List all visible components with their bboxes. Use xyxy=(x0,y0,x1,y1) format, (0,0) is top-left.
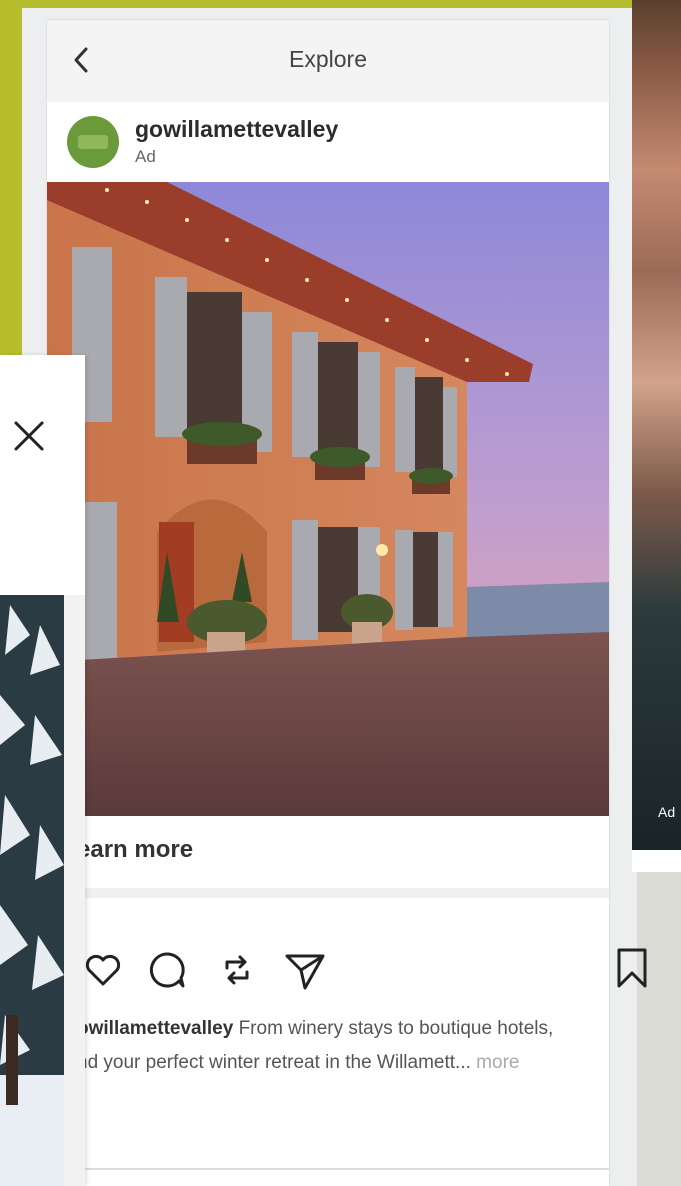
post-photo[interactable] xyxy=(47,182,609,816)
post-card: Explore gowillamettevalley Ad earn more … xyxy=(47,20,609,1186)
post-caption: owillamettevalley From winery stays to b… xyxy=(77,1012,609,1080)
heart-icon[interactable] xyxy=(81,948,125,992)
adjacent-ad-label: Ad xyxy=(658,804,676,820)
left-overlay-panel xyxy=(0,355,85,1186)
snow-tree-photo[interactable] xyxy=(0,595,64,1186)
close-icon[interactable] xyxy=(12,419,46,453)
post-header: gowillamettevalley Ad xyxy=(47,102,609,182)
learn-more-bar[interactable]: earn more xyxy=(47,816,609,888)
bookmark-icon[interactable] xyxy=(611,946,655,990)
top-bar: Explore xyxy=(47,20,609,100)
caption-text-line2: nd your perfect winter retreat in the Wi… xyxy=(77,1052,471,1073)
more-link[interactable]: more xyxy=(476,1052,519,1073)
page-title: Explore xyxy=(289,46,367,72)
bottom-divider xyxy=(47,1168,609,1170)
learn-more-label[interactable]: earn more xyxy=(77,836,193,864)
post-username[interactable]: gowillamettevalley xyxy=(135,116,338,143)
share-icon[interactable] xyxy=(283,948,327,992)
adjacent-post-photo[interactable]: Ad xyxy=(632,0,681,850)
repost-icon[interactable] xyxy=(215,948,259,992)
sponsored-label: Ad xyxy=(135,147,156,166)
panel-edge xyxy=(64,595,85,1186)
avatar[interactable] xyxy=(67,116,119,168)
caption-username[interactable]: owillamettevalley xyxy=(77,1018,233,1039)
caption-text-line1: From winery stays to boutique hotels, xyxy=(238,1018,554,1039)
post-actions: owillamettevalley From winery stays to b… xyxy=(47,898,609,1186)
adjacent-post-footer xyxy=(632,850,681,872)
divider xyxy=(47,888,609,898)
comment-icon[interactable] xyxy=(145,948,189,992)
